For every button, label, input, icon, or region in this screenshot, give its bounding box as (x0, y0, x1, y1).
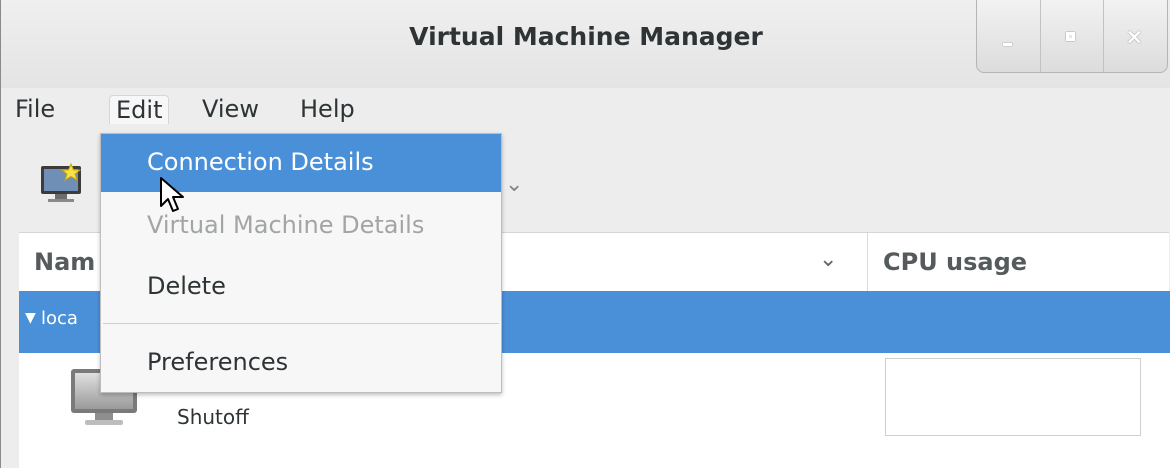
connection-label: loca (41, 308, 78, 329)
column-header-cpu-usage[interactable]: CPU usage (883, 248, 1027, 276)
title-bar[interactable]: Virtual Machine Manager × (1, 0, 1170, 88)
new-vm-icon[interactable] (39, 162, 85, 204)
cpu-usage-graph (885, 358, 1141, 436)
menu-item-delete[interactable]: Delete (101, 258, 501, 316)
menu-view[interactable]: View (202, 95, 259, 123)
menu-help[interactable]: Help (300, 95, 355, 123)
menu-item-label: Delete (147, 272, 226, 300)
main-window: Virtual Machine Manager × File Edit View… (0, 0, 1170, 468)
minimize-button[interactable] (977, 0, 1040, 72)
maximize-button[interactable] (1039, 0, 1104, 72)
minimize-icon (1003, 43, 1012, 46)
close-icon: × (1125, 25, 1144, 50)
toolbar-dropdown-chevron-icon[interactable]: ⌄ (505, 172, 523, 197)
menu-edit[interactable]: Edit (109, 95, 170, 124)
column-header-name[interactable]: Nam (34, 248, 95, 276)
column-divider[interactable] (867, 233, 868, 291)
menu-item-preferences[interactable]: Preferences (101, 334, 501, 392)
close-button[interactable]: × (1103, 0, 1167, 72)
edit-menu-dropdown: Connection Details Virtual Machine Detai… (100, 133, 502, 393)
mouse-pointer-icon (160, 177, 184, 212)
menu-bar: File Edit View Help (1, 78, 1170, 134)
menu-item-label: Connection Details (147, 148, 374, 176)
expander-arrow-icon[interactable]: ▼ (25, 310, 36, 326)
menu-item-label: Preferences (147, 348, 289, 376)
sort-chevron-icon[interactable]: ⌄ (819, 247, 837, 272)
menu-separator (103, 323, 499, 324)
maximize-icon (1065, 32, 1075, 41)
menu-file[interactable]: File (15, 95, 55, 123)
vm-status-label: Shutoff (177, 405, 249, 429)
window-controls: × (976, 0, 1168, 73)
